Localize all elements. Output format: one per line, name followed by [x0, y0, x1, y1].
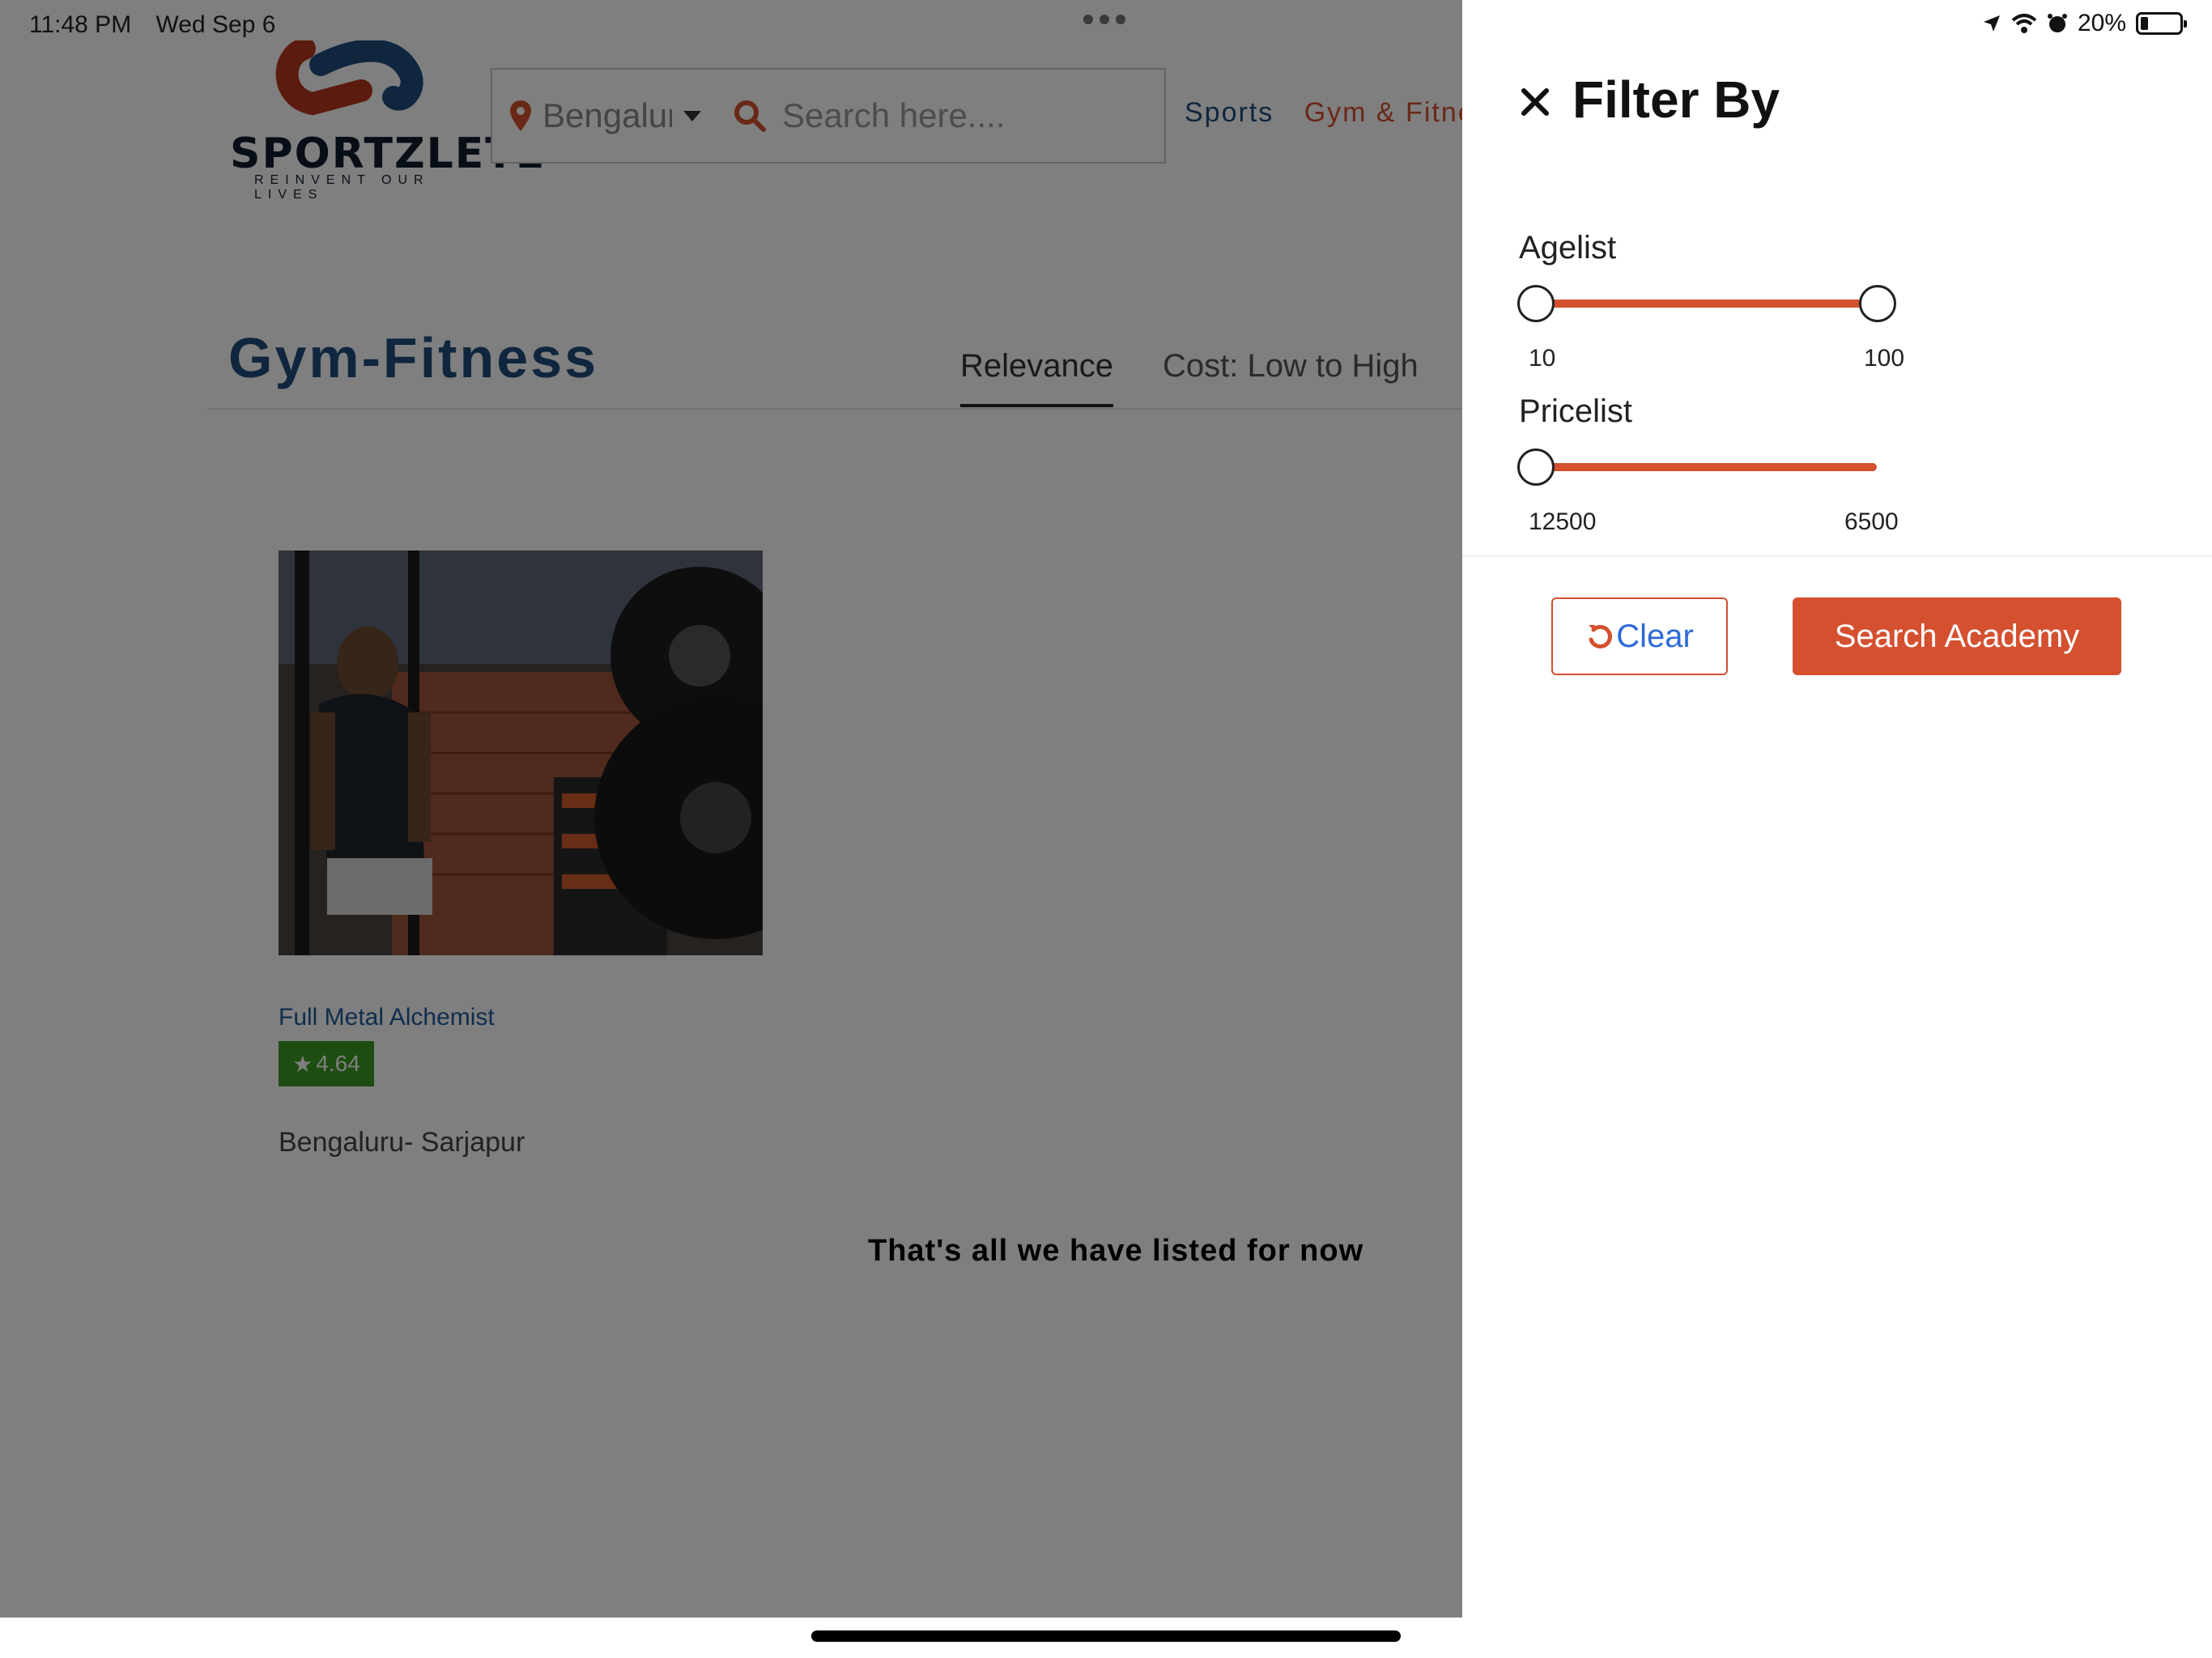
- age-filter-label: Agelist: [1519, 230, 1617, 266]
- divider: [1462, 555, 2212, 557]
- status-bar-indicators: 20%: [1982, 10, 2187, 37]
- status-time: 11:48 PM: [29, 11, 132, 38]
- battery-percent: 20%: [2077, 10, 2126, 36]
- filter-drawer: Filter By Agelist 10 100 Pricelist 12500…: [1462, 0, 2212, 1658]
- age-slider-min-handle[interactable]: [1517, 285, 1555, 322]
- status-bar-time: 11:48 PM Wed Sep 6: [29, 11, 293, 39]
- age-slider-max-handle[interactable]: [1859, 285, 1896, 322]
- price-slider-handle[interactable]: [1517, 449, 1555, 486]
- alarm-icon: [2047, 14, 2067, 32]
- close-icon[interactable]: [1517, 84, 1553, 120]
- age-min-value: 10: [1529, 345, 1556, 372]
- clear-button-label: Clear: [1616, 618, 1694, 654]
- wifi-icon: [2011, 14, 2037, 33]
- reset-icon: [1589, 625, 1613, 648]
- price-max-value: 6500: [1844, 508, 1899, 535]
- age-max-value: 100: [1864, 345, 1905, 372]
- background-page: SPORTZLETE REINVENT OUR LIVES Bengaluru …: [0, 0, 1462, 1619]
- multitasking-dots[interactable]: [1083, 15, 1125, 24]
- modal-overlay[interactable]: [0, 0, 1462, 1618]
- price-min-value: 12500: [1529, 508, 1597, 535]
- status-date: Wed Sep 6: [155, 11, 276, 38]
- home-indicator[interactable]: [811, 1630, 1401, 1642]
- filter-title: Filter By: [1572, 70, 1780, 129]
- clear-button[interactable]: Clear: [1551, 597, 1728, 675]
- location-arrow-icon: [1983, 15, 2000, 32]
- battery-icon: [2136, 12, 2187, 35]
- price-slider-track[interactable]: [1535, 463, 1877, 471]
- search-academy-button[interactable]: Search Academy: [1793, 597, 2121, 675]
- age-slider-track[interactable]: [1535, 300, 1877, 308]
- price-filter-label: Pricelist: [1519, 393, 1633, 429]
